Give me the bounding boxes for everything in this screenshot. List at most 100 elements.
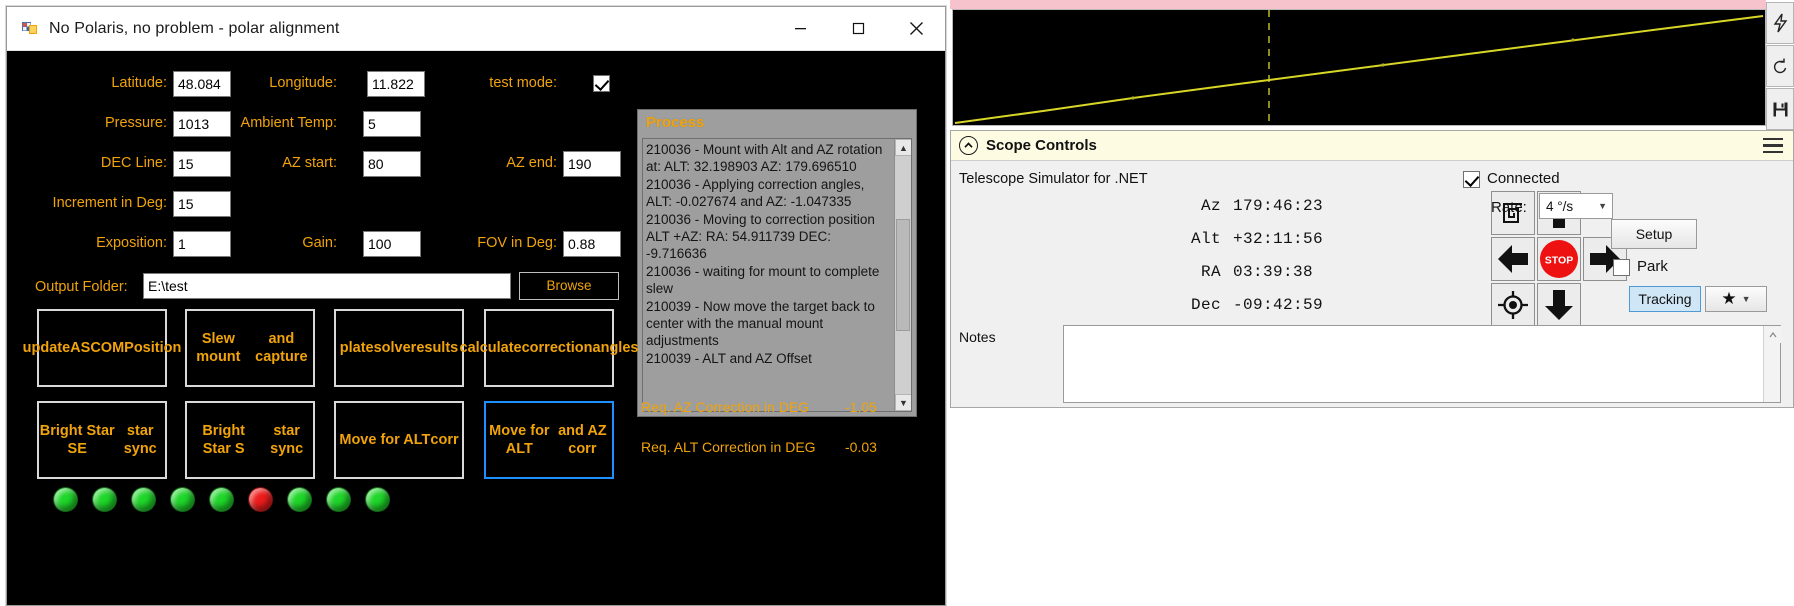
req-alt-correction-value: -0.03 [845, 439, 877, 455]
save-icon[interactable] [1766, 88, 1794, 130]
dec-label: Dec [1190, 296, 1221, 314]
scroll-up-icon[interactable]: ▲ [895, 139, 911, 156]
park-label: Park [1637, 258, 1668, 275]
status-led-6 [248, 487, 273, 512]
notes-scrollbar[interactable] [1763, 326, 1781, 402]
tracking-rate-select[interactable]: ★ ▼ [1705, 286, 1767, 312]
window-title: No Polaris, no problem - polar alignment [49, 19, 340, 37]
exposition-label: Exposition: [96, 235, 167, 251]
ra-label: RA [1200, 263, 1221, 281]
ambient-temp-label: Ambient Temp: [240, 115, 337, 131]
scope-controls-title: Scope Controls [986, 137, 1097, 154]
arrow-left-icon[interactable] [1491, 237, 1535, 281]
driver-name-label: Telescope Simulator for .NET [959, 171, 1148, 187]
gain-input[interactable]: 100 [363, 231, 421, 257]
arrow-down-icon[interactable] [1537, 283, 1581, 327]
notes-value [1064, 326, 1763, 402]
ra-value: 03:39:38 [1233, 263, 1314, 281]
process-scrollbar[interactable]: ▲ ▼ [894, 139, 911, 411]
increment-in-deg-label: Increment in Deg: [52, 195, 167, 211]
scroll-down-icon[interactable]: ▼ [895, 394, 911, 411]
star-icon: ★ [1721, 289, 1737, 308]
az-label: Az [1200, 197, 1221, 215]
chevron-down-icon: ▼ [1741, 294, 1751, 304]
undo-icon[interactable] [1766, 45, 1794, 87]
gain-label: Gain: [302, 235, 337, 251]
status-led-5 [209, 487, 234, 512]
alt-value: +32:11:56 [1233, 230, 1324, 248]
polar-alignment-window: No Polaris, no problem - polar alignment… [6, 6, 946, 606]
scrollbar-thumb[interactable] [896, 219, 910, 331]
test-mode-checkbox[interactable] [593, 75, 610, 92]
slew-mount-and-capture-button[interactable]: Slew mount and capture [185, 309, 315, 387]
chevron-down-icon: ▼ [1598, 201, 1607, 211]
status-led-1 [53, 487, 78, 512]
process-title: Process [646, 114, 705, 131]
park-checkbox[interactable] [1613, 259, 1630, 276]
graph-top-strip [950, 0, 1766, 9]
chevron-up-icon[interactable] [959, 136, 978, 155]
maximize-button[interactable] [829, 7, 887, 50]
lightning-icon[interactable] [1766, 2, 1794, 44]
process-log-box[interactable]: 210036 - Mount with Alt and AZ rotation … [642, 138, 912, 412]
notes-label: Notes [959, 329, 996, 345]
scroll-up-icon[interactable] [1764, 326, 1781, 343]
req-alt-correction-label: Req. ALT Correction in DEG [641, 439, 816, 455]
az-end-label: AZ end: [506, 155, 557, 171]
status-led-3 [131, 487, 156, 512]
az-start-label: AZ start: [282, 155, 337, 171]
fov-in-deg-label: FOV in Deg: [477, 235, 557, 251]
az-end-input[interactable]: 190 [563, 151, 621, 177]
rate-select[interactable]: 4 °/s ▼ [1539, 193, 1613, 219]
move-for-alt-and-az-corr-button[interactable]: Move for ALT and AZ corr [484, 401, 614, 479]
calculate-correction-angles-button[interactable]: calculate correction angles [460, 309, 638, 387]
scope-controls-header[interactable]: Scope Controls [951, 131, 1793, 161]
platesolve-results-button[interactable]: platesolve results [334, 309, 464, 387]
process-log-text: 210036 - Mount with Alt and AZ rotation … [646, 142, 883, 366]
tracking-graph-panel [950, 0, 1794, 130]
test-mode-label: test mode: [489, 75, 557, 91]
status-led-2 [92, 487, 117, 512]
connected-label: Connected [1487, 170, 1560, 187]
setup-button[interactable]: Setup [1611, 219, 1697, 249]
req-az-correction-value: -1.05 [845, 399, 877, 415]
longitude-label: Longitude: [269, 75, 337, 91]
window-titlebar: No Polaris, no problem - polar alignment [7, 7, 945, 51]
minimize-button[interactable] [771, 7, 829, 50]
alt-label: Alt [1190, 230, 1221, 248]
stop-button[interactable]: STOP [1537, 237, 1581, 281]
tracking-toggle-button[interactable]: Tracking [1629, 286, 1701, 312]
home-target-icon[interactable] [1491, 283, 1535, 327]
output-folder-label: Output Folder: [35, 279, 128, 295]
svg-text:STOP: STOP [1545, 255, 1573, 267]
status-led-4 [170, 487, 195, 512]
dec-value: -09:42:59 [1233, 296, 1324, 314]
rate-value: 4 °/s [1546, 198, 1574, 214]
fov-in-deg-input[interactable]: 0.88 [563, 231, 621, 257]
req-az-correction-label: Req. AZ Correction in DEG [641, 399, 810, 415]
exposition-input[interactable]: 1 [173, 231, 231, 257]
scope-controls-panel: Scope Controls Telescope Simulator for .… [950, 130, 1794, 408]
update-ascom-position-button[interactable]: update ASCOM Position [23, 309, 181, 387]
connected-checkbox[interactable] [1463, 171, 1480, 188]
dec-line-label: DEC Line: [100, 155, 167, 171]
tracking-graph[interactable] [952, 9, 1766, 126]
ambient-temp-input[interactable]: 5 [363, 111, 421, 137]
output-folder-input[interactable]: E:\test [143, 273, 511, 299]
move-for-alt-corr-button[interactable]: Move for ALT corr [334, 401, 464, 479]
browse-button[interactable]: Browse [519, 272, 619, 300]
increment-in-deg-input[interactable]: 15 [173, 191, 231, 217]
hamburger-menu-icon[interactable] [1763, 138, 1783, 153]
pressure-label: Pressure: [104, 115, 167, 131]
close-button[interactable] [887, 7, 945, 50]
latitude-label: Latitude: [111, 75, 167, 91]
window-client-area: Latitude: 48.084 Longitude: 11.822 test … [7, 51, 945, 605]
screen-root: No Polaris, no problem - polar alignment… [0, 0, 1794, 606]
bright-star-se-star-sync-button[interactable]: Bright Star SE star sync [37, 401, 167, 479]
notes-textarea[interactable] [1063, 325, 1781, 403]
process-panel: Process 210036 - Mount with Alt and AZ r… [637, 109, 917, 417]
rate-label: Rate: [1491, 199, 1527, 216]
right-pane: Scope Controls Telescope Simulator for .… [950, 0, 1794, 606]
status-led-8 [326, 487, 351, 512]
bright-star-s-star-sync-button[interactable]: Bright Star Sstar sync [185, 401, 315, 479]
